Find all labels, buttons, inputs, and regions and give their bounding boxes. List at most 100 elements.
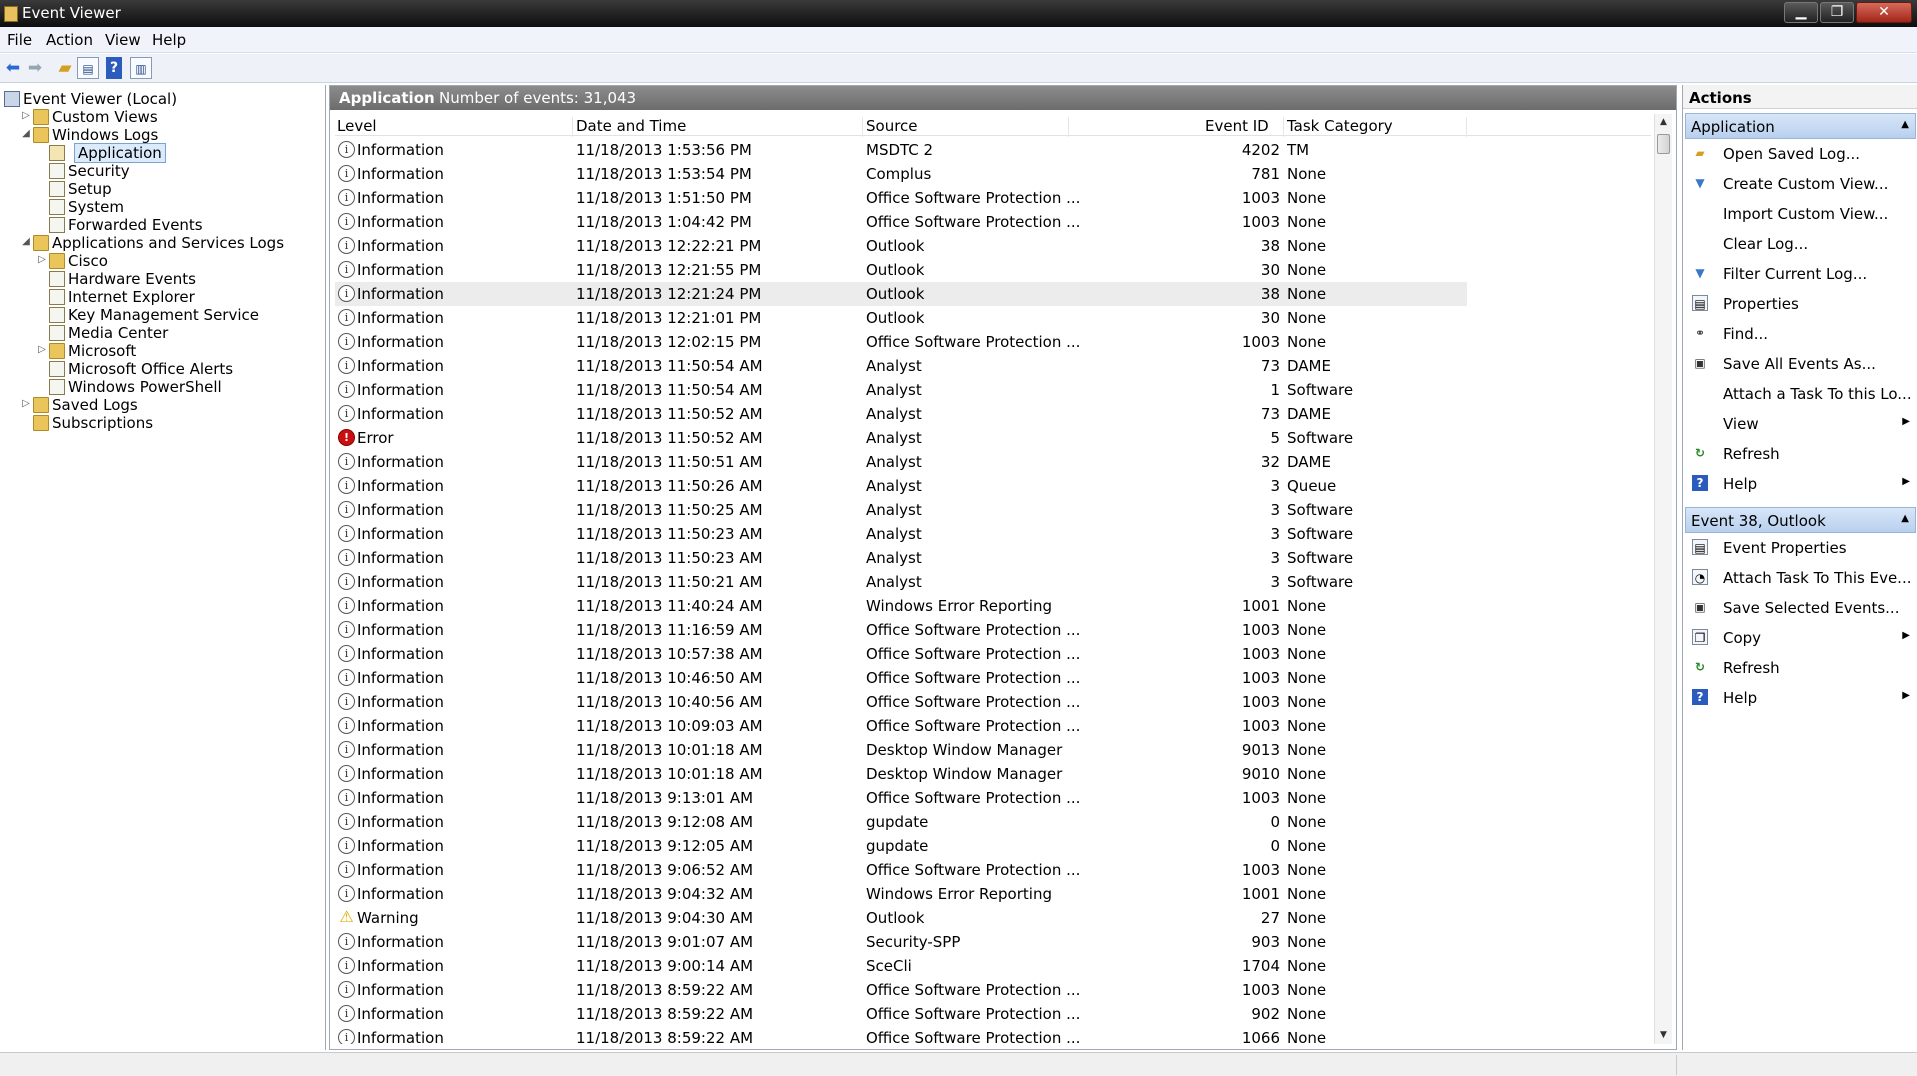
event-id-cell: 1003: [1241, 861, 1280, 879]
action-view[interactable]: View ▶: [1685, 411, 1916, 437]
column-header-source[interactable]: Source: [866, 117, 1069, 137]
table-row[interactable]: i Information 11/18/2013 1:53:56 PM MSDTC 2…: [335, 138, 1651, 162]
collapse-arrow-icon[interactable]: ◢: [20, 128, 32, 139]
expand-arrow-icon[interactable]: ▷: [36, 254, 48, 265]
date-cell: 11/18/2013 10:01:18 AM: [576, 765, 763, 783]
table-row[interactable]: i Information 11/18/2013 9:12:08 AM gupdate…: [335, 810, 1651, 834]
action-create-custom-view[interactable]: ▼ Create Custom View...: [1685, 171, 1916, 197]
level-cell: Information: [357, 165, 444, 183]
table-row[interactable]: i Information 11/18/2013 11:50:54 AM Analys…: [335, 354, 1651, 378]
action-help[interactable]: ? Help ▶: [1685, 471, 1916, 497]
help-icon[interactable]: ?: [106, 57, 122, 79]
table-row[interactable]: i Information 11/18/2013 9:06:52 AM Office …: [335, 858, 1651, 882]
action-attach-task-to-this-eve[interactable]: ◔ Attach Task To This Eve...: [1685, 565, 1916, 591]
level-cell: Information: [357, 1005, 444, 1023]
table-row[interactable]: i Information 11/18/2013 10:01:18 AM Deskto…: [335, 738, 1651, 762]
column-header-level[interactable]: Level: [337, 117, 573, 137]
source-cell: Office Software Protection ...: [866, 981, 1081, 999]
table-row[interactable]: i Information 11/18/2013 10:40:56 AM Office…: [335, 690, 1651, 714]
actions-section-header[interactable]: Event 38, Outlook ▲: [1685, 507, 1916, 533]
actions-section-header[interactable]: Application ▲: [1685, 113, 1916, 139]
table-row[interactable]: i Information 11/18/2013 11:50:23 AM Analys…: [335, 546, 1651, 570]
table-row[interactable]: i Information 11/18/2013 9:13:01 AM Office …: [335, 786, 1651, 810]
action-refresh[interactable]: ↻ Refresh: [1685, 655, 1916, 681]
minimize-button[interactable]: ▁: [1784, 2, 1818, 23]
table-row[interactable]: i Information 11/18/2013 9:00:14 AM SceCli 1…: [335, 954, 1651, 978]
table-row[interactable]: i Information 11/18/2013 11:50:51 AM Analys…: [335, 450, 1651, 474]
table-row[interactable]: i Information 11/18/2013 12:21:24 PM Outloo…: [335, 282, 1467, 306]
table-row[interactable]: ! Error 11/18/2013 11:50:52 AM Analyst 5 Soft…: [335, 426, 1651, 450]
menu-action[interactable]: Action: [46, 31, 93, 49]
action-clear-log[interactable]: Clear Log...: [1685, 231, 1916, 257]
show-hide-tree-icon[interactable]: ▤: [77, 57, 99, 79]
action-properties[interactable]: ▤ Properties: [1685, 291, 1916, 317]
column-header-event-id[interactable]: Event ID: [1205, 117, 1284, 137]
table-row[interactable]: i Information 11/18/2013 1:53:54 PM Complus…: [335, 162, 1651, 186]
table-row[interactable]: i Information 11/18/2013 12:02:15 PM Office…: [335, 330, 1651, 354]
action-copy[interactable]: ❐ Copy ▶: [1685, 625, 1916, 651]
table-row[interactable]: i Information 11/18/2013 1:04:42 PM Office …: [335, 210, 1651, 234]
scroll-up-icon[interactable]: ▲: [1655, 114, 1672, 131]
menu-help[interactable]: Help: [152, 31, 186, 49]
date-cell: 11/18/2013 9:12:05 AM: [576, 837, 754, 855]
action-event-properties[interactable]: ▤ Event Properties: [1685, 535, 1916, 561]
date-cell: 11/18/2013 9:00:14 AM: [576, 957, 754, 975]
maximize-button[interactable]: ❐: [1820, 2, 1854, 23]
action-find[interactable]: ⚭ Find...: [1685, 321, 1916, 347]
scroll-down-icon[interactable]: ▼: [1655, 1027, 1672, 1044]
expand-arrow-icon[interactable]: ▷: [20, 398, 32, 409]
table-row[interactable]: i Information 11/18/2013 1:51:50 PM Office …: [335, 186, 1651, 210]
action-save-selected-events[interactable]: ▣ Save Selected Events...: [1685, 595, 1916, 621]
action-save-all-events-as[interactable]: ▣ Save All Events As...: [1685, 351, 1916, 377]
filter-icon: ▼: [1695, 176, 1705, 190]
expand-arrow-icon[interactable]: ▷: [20, 110, 32, 121]
scroll-thumb[interactable]: [1657, 134, 1670, 154]
table-row[interactable]: i Information 11/18/2013 11:50:26 AM Analys…: [335, 474, 1651, 498]
collapse-section-icon[interactable]: ▲: [1901, 513, 1909, 524]
table-row[interactable]: i Information 11/18/2013 12:21:01 PM Outloo…: [335, 306, 1651, 330]
table-row[interactable]: i Information 11/18/2013 11:50:21 AM Analys…: [335, 570, 1651, 594]
close-button[interactable]: ✕: [1856, 2, 1912, 23]
table-row[interactable]: i Information 11/18/2013 10:01:18 AM Deskto…: [335, 762, 1651, 786]
table-row[interactable]: i Information 11/18/2013 12:22:21 PM Outloo…: [335, 234, 1651, 258]
table-row[interactable]: i Information 11/18/2013 9:01:07 AM Securit…: [335, 930, 1651, 954]
show-hide-action-pane-icon[interactable]: ▥: [130, 57, 152, 79]
table-row[interactable]: i Information 11/18/2013 11:16:59 AM Office…: [335, 618, 1651, 642]
action-help[interactable]: ? Help ▶: [1685, 685, 1916, 711]
table-row[interactable]: ⚠ Warning 11/18/2013 9:04:30 AM Outlook 27 No…: [335, 906, 1651, 930]
table-row[interactable]: i Information 11/18/2013 9:04:32 AM Windows…: [335, 882, 1651, 906]
table-row[interactable]: i Information 11/18/2013 11:50:52 AM Analys…: [335, 402, 1651, 426]
action-filter-current-log[interactable]: ▼ Filter Current Log...: [1685, 261, 1916, 287]
task-category-cell: None: [1287, 981, 1327, 999]
expand-arrow-icon[interactable]: ▷: [36, 344, 48, 355]
action-import-custom-view[interactable]: Import Custom View...: [1685, 201, 1916, 227]
back-arrow-icon[interactable]: ⬅: [2, 57, 24, 79]
tree-item-subscriptions[interactable]: Subscriptions: [20, 413, 320, 434]
up-folder-icon[interactable]: ▰: [54, 57, 76, 79]
action-open-saved-log[interactable]: ▰ Open Saved Log...: [1685, 141, 1916, 167]
table-row[interactable]: i Information 11/18/2013 10:46:50 AM Office…: [335, 666, 1651, 690]
menu-file[interactable]: File: [7, 31, 32, 49]
table-row[interactable]: i Information 11/18/2013 11:50:54 AM Analys…: [335, 378, 1651, 402]
menu-view[interactable]: View: [105, 31, 141, 49]
table-row[interactable]: i Information 11/18/2013 8:59:22 AM Office …: [335, 978, 1651, 1002]
collapse-arrow-icon[interactable]: ◢: [20, 236, 32, 247]
date-cell: 11/18/2013 8:59:22 AM: [576, 981, 754, 999]
column-header-date[interactable]: Date and Time: [576, 117, 863, 137]
action-refresh[interactable]: ↻ Refresh: [1685, 441, 1916, 467]
table-row[interactable]: i Information 11/18/2013 11:50:23 AM Analys…: [335, 522, 1651, 546]
action-attach-a-task-to-this-lo[interactable]: Attach a Task To this Lo...: [1685, 381, 1916, 407]
table-row[interactable]: i Information 11/18/2013 10:09:03 AM Office…: [335, 714, 1651, 738]
column-header-task-category[interactable]: Task Category: [1287, 117, 1467, 137]
table-row[interactable]: i Information 11/18/2013 12:21:55 PM Outloo…: [335, 258, 1651, 282]
forward-arrow-icon[interactable]: ➡: [24, 57, 46, 79]
table-row[interactable]: i Information 11/18/2013 8:59:22 AM Office …: [335, 1002, 1651, 1026]
table-row[interactable]: i Information 11/18/2013 11:50:25 AM Analys…: [335, 498, 1651, 522]
vertical-scrollbar[interactable]: ▲ ▼: [1654, 114, 1672, 1044]
information-icon: i: [338, 933, 355, 950]
table-row[interactable]: i Information 11/18/2013 11:40:24 AM Window…: [335, 594, 1651, 618]
table-row[interactable]: i Information 11/18/2013 10:57:38 AM Office…: [335, 642, 1651, 666]
table-row[interactable]: i Information 11/18/2013 8:59:22 AM Office …: [335, 1026, 1651, 1044]
table-row[interactable]: i Information 11/18/2013 9:12:05 AM gupdate…: [335, 834, 1651, 858]
collapse-section-icon[interactable]: ▲: [1901, 119, 1909, 130]
